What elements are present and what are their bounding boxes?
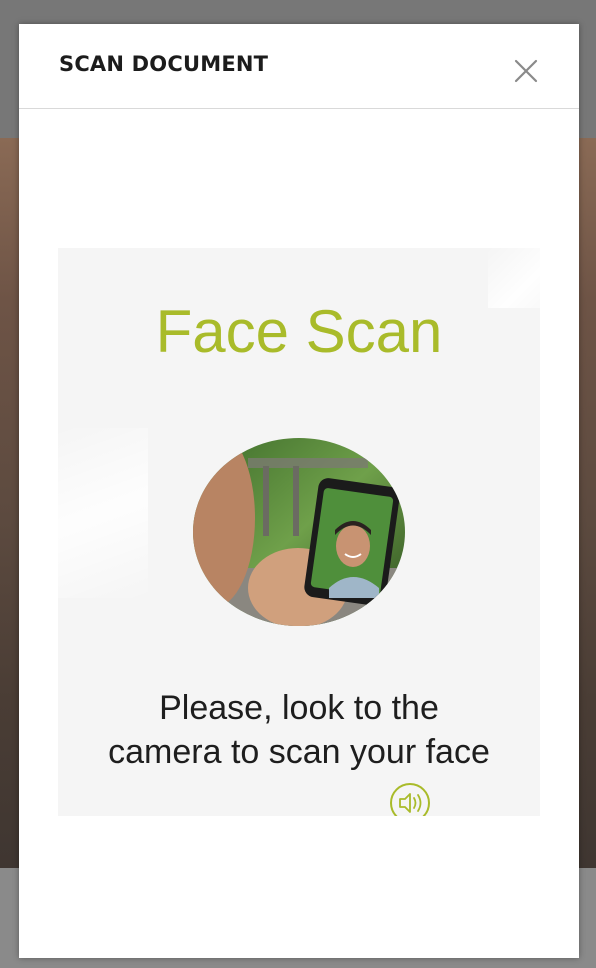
decorative-sheen	[488, 248, 540, 308]
instruction-line: camera to scan your face	[108, 733, 490, 771]
face-scan-card: Face Scan Please, look to the camera to …	[58, 248, 540, 816]
audio-instructions-button[interactable]	[389, 782, 431, 816]
modal-title: SCAN DOCUMENT	[59, 52, 269, 76]
modal-header: SCAN DOCUMENT	[19, 24, 579, 109]
instruction-line: Please, look to the	[159, 689, 439, 727]
face-scan-heading: Face Scan	[155, 298, 443, 365]
scan-document-modal: SCAN DOCUMENT Face Scan Please, look to …	[19, 24, 579, 958]
speaker-icon	[390, 783, 430, 816]
selfie-illustration	[193, 438, 405, 626]
close-icon	[514, 59, 538, 83]
close-button[interactable]	[509, 54, 543, 88]
scan-instructions: Please, look to the camera to scan your …	[58, 686, 540, 774]
decorative-sheen	[58, 428, 148, 598]
